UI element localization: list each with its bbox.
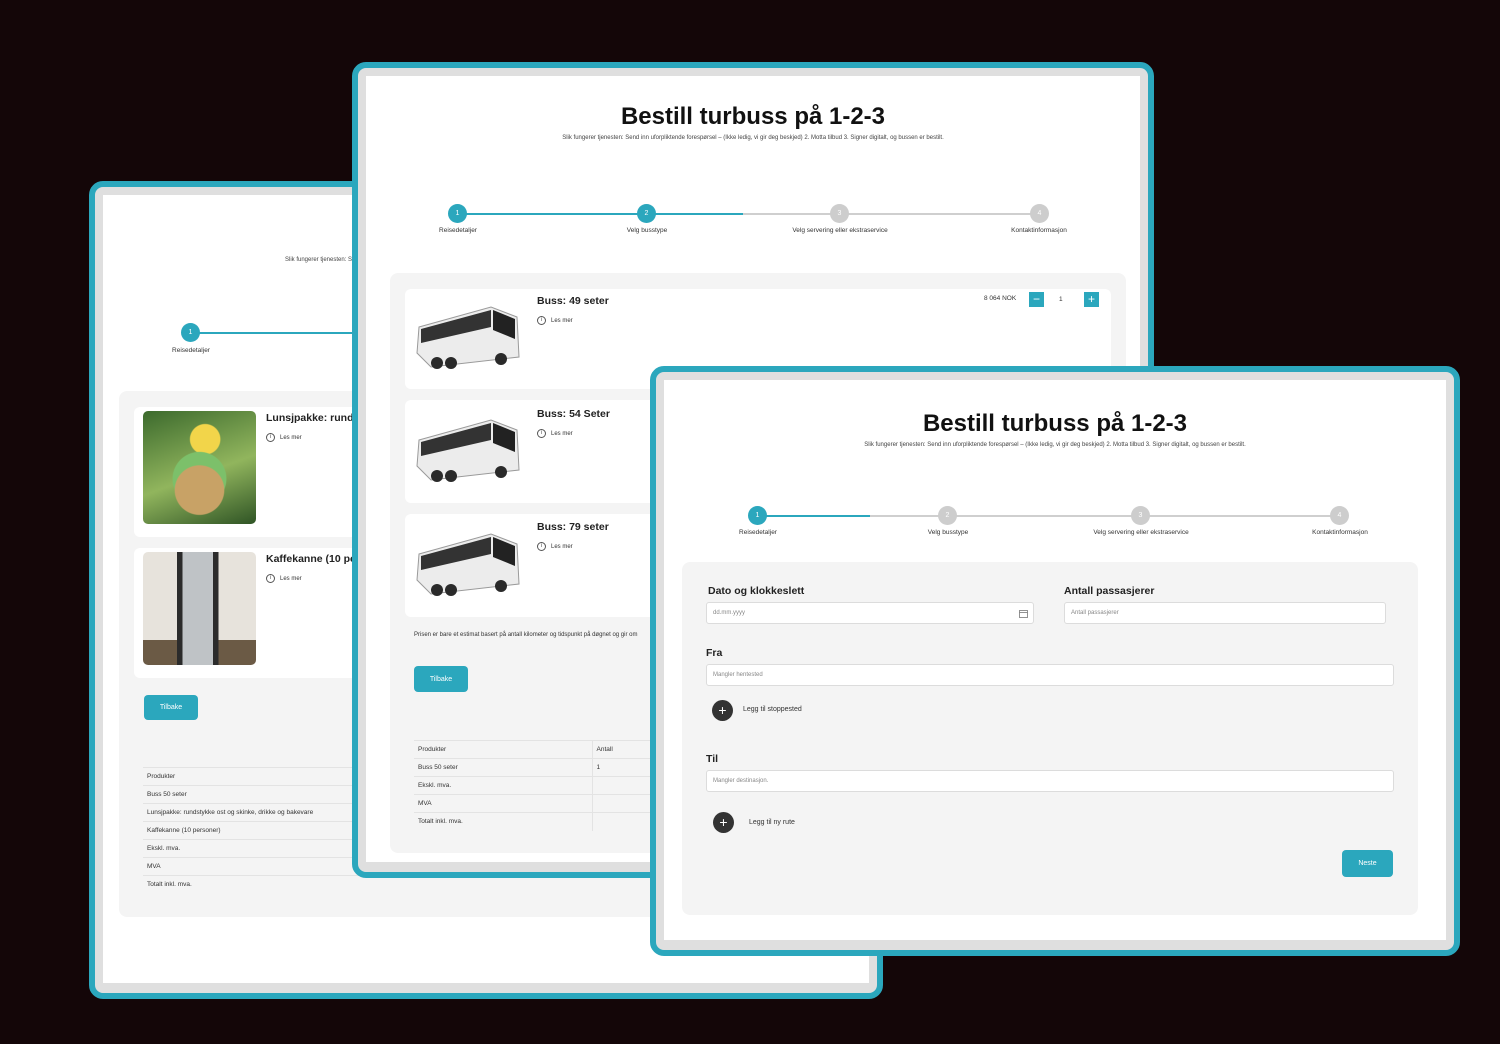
- middle-page-title: Bestill turbuss på 1-2-3: [620, 103, 886, 130]
- back-product-title-1: Lunsjpakke: runds: [266, 412, 360, 424]
- back-step-label-1: Reisedetaljer: [172, 347, 210, 354]
- middle-step-dot-4[interactable]: 4: [1030, 204, 1049, 223]
- bus-more-2[interactable]: i Les mer: [537, 429, 573, 438]
- front-step-label-1: Reisedetaljer: [739, 529, 777, 536]
- info-icon: i: [537, 316, 546, 325]
- from-input[interactable]: Mangler hentested: [706, 664, 1394, 686]
- front-step-label-3: Velg servering eller ekstraservice: [1093, 529, 1189, 536]
- front-step-line-progress: [760, 515, 870, 517]
- les-mer-label: Les mer: [280, 434, 302, 441]
- to-label: Til: [706, 753, 719, 765]
- lunch-image: [143, 411, 256, 524]
- middle-step-label-2: Velg busstype: [626, 227, 668, 234]
- bus-title-1: Buss: 49 seter: [537, 295, 609, 307]
- info-icon: i: [266, 574, 275, 583]
- date-label: Dato og klokkeslett: [708, 585, 805, 597]
- front-step-label-4: Kontaktinformasjon: [1312, 529, 1368, 536]
- info-icon: i: [537, 429, 546, 438]
- add-stop-button[interactable]: +: [712, 700, 733, 721]
- middle-tilbake-button[interactable]: Tilbake: [414, 666, 468, 692]
- from-placeholder: Mangler hentested: [713, 672, 763, 678]
- les-mer-label: Les mer: [551, 430, 573, 437]
- back-subtitle: Slik fungerer tjenesten: Se: [285, 257, 356, 263]
- back-product-title-2: Kaffekanne (10 pe: [266, 553, 356, 565]
- add-route-label[interactable]: Legg til ny rute: [749, 819, 795, 826]
- middle-step-label-1: Reisedetaljer: [439, 227, 477, 234]
- middle-subtitle: Slik fungerer tjenesten: Send inn uforpl…: [562, 135, 944, 141]
- to-placeholder: Mangler destinasjon.: [713, 778, 769, 784]
- bus-more-1[interactable]: i Les mer: [537, 316, 573, 325]
- front-step-dot-4[interactable]: 4: [1330, 506, 1349, 525]
- passengers-input[interactable]: Antall passasjerer: [1064, 602, 1386, 624]
- front-page: Bestill turbuss på 1-2-3 Slik fungerer t…: [664, 380, 1446, 940]
- back-product-more-2[interactable]: i Les mer: [266, 574, 302, 583]
- front-subtitle: Slik fungerer tjenesten: Send inn uforpl…: [864, 442, 1246, 448]
- back-step-dot-1[interactable]: 1: [181, 323, 200, 342]
- calendar-icon: [1019, 610, 1028, 618]
- info-icon: i: [266, 433, 275, 442]
- passengers-placeholder: Antall passasjerer: [1071, 610, 1119, 616]
- bus-more-3[interactable]: i Les mer: [537, 542, 573, 551]
- quantity-value[interactable]: 1: [1059, 296, 1063, 303]
- info-icon: i: [537, 542, 546, 551]
- middle-step-line-progress: [463, 213, 743, 215]
- middle-step-label-3: Velg servering eller ekstraservice: [792, 227, 888, 234]
- to-input[interactable]: Mangler destinasjon.: [706, 770, 1394, 792]
- bus-icon: [416, 419, 520, 482]
- front-step-label-2: Velg busstype: [927, 529, 969, 536]
- front-step-dot-3[interactable]: 3: [1131, 506, 1150, 525]
- from-label: Fra: [706, 647, 723, 659]
- bus-title-2: Buss: 54 Seter: [537, 408, 610, 420]
- trip-details-form: Dato og klokkeslett dd.mm.yyyy Antall pa…: [682, 562, 1418, 915]
- middle-step-label-4: Kontaktinformasjon: [1011, 227, 1067, 234]
- bus-price: 8 064 NOK: [984, 295, 1017, 302]
- bus-icon: [416, 306, 520, 369]
- middle-step-dot-2[interactable]: 2: [637, 204, 656, 223]
- price-note: Prisen er bare et estimat basert på anta…: [414, 632, 638, 638]
- quantity-minus-button[interactable]: −: [1029, 292, 1044, 307]
- date-input[interactable]: dd.mm.yyyy: [706, 602, 1034, 624]
- quantity-plus-button[interactable]: +: [1084, 292, 1099, 307]
- les-mer-label: Les mer: [280, 575, 302, 582]
- les-mer-label: Les mer: [551, 543, 573, 550]
- date-placeholder: dd.mm.yyyy: [713, 610, 746, 616]
- coffee-urn-image: [143, 552, 256, 665]
- front-step-dot-1[interactable]: 1: [748, 506, 767, 525]
- middle-step-dot-1[interactable]: 1: [448, 204, 467, 223]
- front-window: Bestill turbuss på 1-2-3 Slik fungerer t…: [650, 366, 1460, 956]
- les-mer-label: Les mer: [551, 317, 573, 324]
- front-page-title: Bestill turbuss på 1-2-3: [922, 410, 1188, 437]
- passengers-label: Antall passasjerer: [1064, 585, 1155, 597]
- middle-step-dot-3[interactable]: 3: [830, 204, 849, 223]
- add-route-button[interactable]: +: [713, 812, 734, 833]
- back-product-more-1[interactable]: i Les mer: [266, 433, 302, 442]
- bus-title-3: Buss: 79 seter: [537, 521, 609, 533]
- next-button[interactable]: Neste: [1342, 850, 1393, 877]
- add-stop-label[interactable]: Legg til stoppested: [743, 706, 802, 713]
- bus-icon: [416, 533, 520, 596]
- front-step-dot-2[interactable]: 2: [938, 506, 957, 525]
- back-tilbake-button[interactable]: Tilbake: [144, 695, 198, 720]
